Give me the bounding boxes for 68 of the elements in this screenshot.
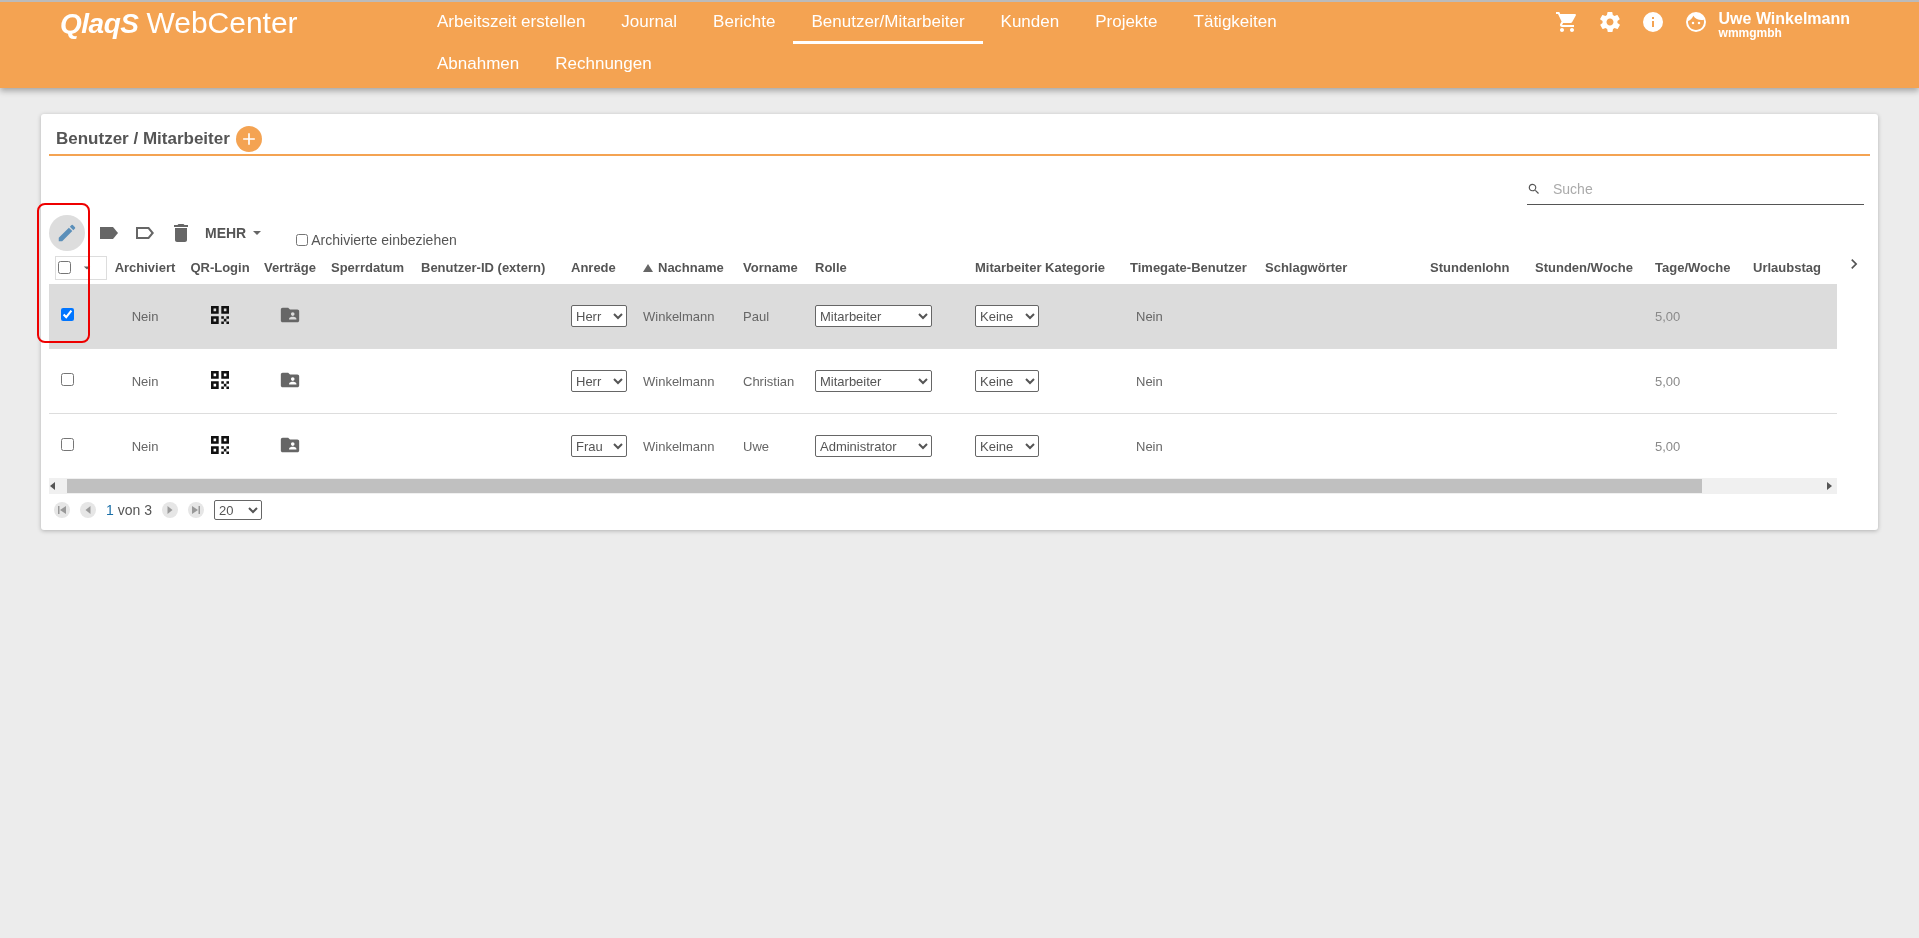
role-select[interactable]: Administrator [815,435,932,457]
column-header[interactable]: Sperrdatum [325,251,415,284]
current-page: 1 [106,502,114,518]
column-header[interactable]: Schlagwörter [1259,251,1424,284]
first-name: Paul [743,308,770,324]
category-select[interactable]: Keine [975,435,1039,457]
column-header[interactable]: Mitarbeiter Kategorie [969,251,1124,284]
column-header[interactable]: Archiviert [105,251,185,284]
days-per-week: 5,00 [1655,438,1681,454]
column-header[interactable]: Benutzer-ID (extern) [415,251,565,284]
first-name: Christian [743,373,795,389]
edit-button[interactable] [49,215,85,251]
salutation-select[interactable]: Frau [571,435,627,457]
row-checkbox[interactable] [61,438,74,451]
salutation-select[interactable]: Herr [571,305,627,327]
sort-ascending-icon[interactable] [643,264,653,272]
horizontal-scrollbar[interactable] [49,478,1837,494]
archived-value: Nein [131,308,159,324]
column-header[interactable]: Stunden/Woche [1529,251,1649,284]
column-header[interactable]: Timegate-Benutzer [1124,251,1259,284]
column-header[interactable]: Tage/Woche [1649,251,1747,284]
checkbox-label: Archivierte einbeziehen [311,232,457,248]
logo-text: WebCenter [146,6,298,40]
column-header[interactable]: QR-Login [185,251,255,284]
timegate-value: Nein [1136,438,1163,454]
column-header[interactable]: Stundenlohn [1424,251,1529,284]
archived-value: Nein [131,438,159,454]
days-per-week: 5,00 [1655,308,1681,324]
days-per-week: 5,00 [1655,373,1681,389]
category-select[interactable]: Keine [975,305,1039,327]
qr-code-icon[interactable] [211,435,229,454]
column-header[interactable]: Verträge [255,251,325,284]
company-name: wmmgmbh [1718,27,1783,40]
qr-code-icon[interactable] [211,305,229,324]
archived-value: Nein [131,373,159,389]
column-header[interactable]: Rolle [809,251,969,284]
timegate-value: Nein [1136,373,1163,389]
first-name: Uwe [743,438,769,454]
role-select[interactable]: Mitarbeiter [815,305,932,327]
column-header[interactable]: Anrede [565,251,637,284]
page-size-select[interactable]: 20 [214,500,263,520]
panel-title: Benutzer / Mitarbeiter [56,129,230,149]
role-select[interactable]: Mitarbeiter [815,370,932,392]
user-name: Uwe Winkelmann [1718,10,1850,27]
page-total: von 3 [117,502,153,518]
category-select[interactable]: Keine [975,370,1039,392]
column-header[interactable]: Vorname [737,251,809,284]
pencil-icon[interactable] [56,222,78,244]
more-button[interactable]: MEHR [205,225,263,241]
salutation-select[interactable]: Herr [571,370,627,392]
row-checkbox[interactable] [61,373,74,386]
scroll-left-icon[interactable] [49,482,57,490]
last-name: Winkelmann [643,308,715,324]
logo-mark: QlaqS [60,8,139,40]
select-all-checkbox[interactable] [58,261,71,274]
search-icon [1527,182,1541,196]
column-header[interactable]: Urlaubstag [1747,251,1837,284]
qr-code-icon[interactable] [211,370,229,389]
scroll-right-icon[interactable] [1825,482,1833,490]
archived-checkbox[interactable] [296,234,309,246]
column-header[interactable]: Nachname [637,251,737,284]
last-name: Winkelmann [643,438,715,454]
caret-icon[interactable] [83,263,91,272]
last-name: Winkelmann [643,373,715,389]
caret-icon[interactable] [252,228,263,238]
scrollbar-thumb[interactable] [67,479,1702,493]
timegate-value: Nein [1136,308,1163,324]
row-checkbox[interactable] [61,308,74,321]
